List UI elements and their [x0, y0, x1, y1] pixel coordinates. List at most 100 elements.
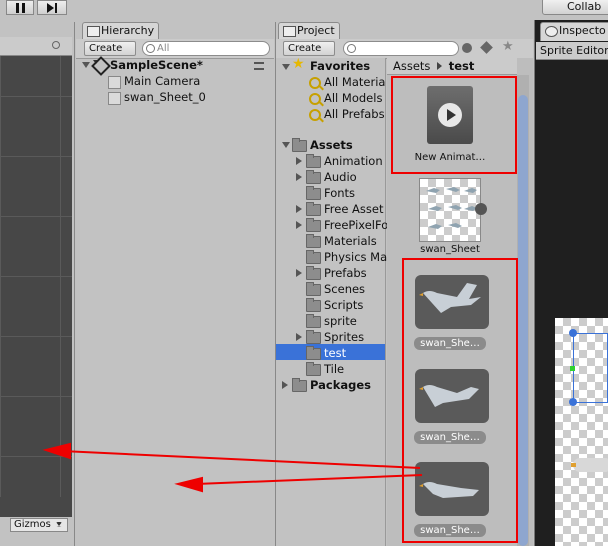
chevron-right-icon[interactable]: [282, 381, 288, 389]
folder-icon: [283, 26, 296, 37]
folder-item[interactable]: Scripts: [324, 297, 363, 313]
asset-label[interactable]: swan_Sheet: [407, 244, 493, 255]
favorite-item[interactable]: All Models: [324, 90, 382, 106]
gameobject-icon: [108, 92, 121, 105]
folder-item[interactable]: Materials: [324, 233, 377, 249]
chevron-down-icon[interactable]: [82, 62, 90, 68]
chevron-right-icon[interactable]: [296, 333, 302, 341]
folder-icon: [306, 266, 321, 280]
scene-name[interactable]: SampleScene*: [110, 57, 203, 73]
handle-icon[interactable]: [569, 398, 577, 406]
handle-icon[interactable]: [569, 329, 577, 337]
folder-item[interactable]: Audio: [324, 169, 357, 185]
sprite-editor-button[interactable]: Sprite Editor: [536, 42, 608, 60]
folder-icon: [306, 346, 321, 360]
breadcrumb-item[interactable]: Assets: [393, 59, 430, 73]
filter-by-type-icon[interactable]: [462, 43, 472, 53]
step-icon: [47, 3, 54, 13]
expand-arrow-icon[interactable]: [475, 203, 487, 215]
folder-icon: [306, 186, 321, 200]
scene-toolbar: [0, 37, 72, 56]
hierarchy-item[interactable]: Main Camera: [124, 73, 200, 89]
folder-item[interactable]: Physics Ma: [324, 249, 387, 265]
star-icon: ★: [292, 56, 305, 72]
project-folder-tree: ★ Favorites All Materia All Models All P…: [276, 56, 388, 546]
chevron-right-icon[interactable]: [296, 221, 302, 229]
info-icon: [545, 26, 558, 37]
filter-by-label-icon[interactable]: [480, 41, 493, 54]
pause-button[interactable]: [6, 0, 34, 15]
folder-item[interactable]: Scenes: [324, 281, 365, 297]
folder-icon: [306, 298, 321, 312]
scrollbar-thumb[interactable]: [518, 95, 528, 546]
hierarchy-icon: [87, 26, 100, 37]
gizmos-button[interactable]: Gizmos: [10, 518, 68, 532]
folder-item[interactable]: Tile: [324, 361, 344, 377]
sprite-sheet-thumbnail[interactable]: [419, 178, 481, 242]
folder-item[interactable]: sprite: [324, 313, 357, 329]
folder-icon: [306, 362, 321, 376]
hierarchy-create-button[interactable]: Create: [84, 41, 136, 64]
project-toolbar: Create ★: [276, 39, 533, 64]
top-toolbar: Collab: [0, 0, 608, 20]
chevron-right-icon[interactable]: [296, 173, 302, 181]
scene-view[interactable]: [0, 37, 72, 497]
scene-menu-icon[interactable]: [254, 62, 264, 70]
assets-label[interactable]: Assets: [310, 137, 353, 153]
folder-item[interactable]: Animation: [324, 153, 383, 169]
chevron-right-icon[interactable]: [296, 205, 302, 213]
folder-icon: [306, 202, 321, 216]
search-filter-icon: [309, 109, 321, 121]
annotation-box-animator: [391, 76, 517, 174]
pause-icon: [16, 3, 19, 13]
scrollbar[interactable]: [517, 75, 529, 546]
favorite-item[interactable]: All Materia: [324, 74, 385, 90]
sprite-editor-canvas[interactable]: [555, 318, 608, 546]
folder-item[interactable]: Free Asset: [324, 201, 384, 217]
project-search-input[interactable]: [343, 41, 459, 56]
chevron-right-icon: [437, 62, 443, 70]
step-button[interactable]: [37, 0, 67, 15]
gameobject-icon: [108, 76, 121, 89]
folder-icon: [306, 154, 321, 168]
collab-label: Collab: [567, 0, 602, 13]
gizmos-label: Gizmos: [14, 519, 51, 530]
chevron-down-icon[interactable]: [282, 142, 290, 148]
tab-inspector[interactable]: Inspecto: [540, 22, 608, 41]
collab-button[interactable]: Collab: [542, 0, 608, 15]
search-icon: [347, 44, 356, 53]
folder-item-selected[interactable]: test: [324, 345, 346, 361]
packages-label[interactable]: Packages: [310, 377, 371, 393]
folder-item[interactable]: Sprites: [324, 329, 364, 345]
folder-icon: [306, 218, 321, 232]
folder-icon: [306, 234, 321, 248]
folder-icon: [306, 282, 321, 296]
breadcrumb: Assets test: [387, 58, 517, 75]
folder-icon: [292, 378, 307, 392]
breadcrumb-item[interactable]: test: [449, 59, 475, 73]
favorite-star-icon[interactable]: ★: [502, 39, 514, 54]
sprite-selection-rect[interactable]: [573, 333, 608, 403]
project-create-button[interactable]: Create: [283, 41, 335, 64]
chevron-right-icon[interactable]: [296, 157, 302, 165]
folder-icon: [306, 314, 321, 328]
hierarchy-search-input[interactable]: All: [142, 41, 270, 56]
folder-item[interactable]: Prefabs: [324, 265, 367, 281]
folder-icon: [292, 138, 307, 152]
chevron-right-icon[interactable]: [296, 269, 302, 277]
favorites-label[interactable]: Favorites: [310, 58, 370, 74]
swan-sprite: [573, 458, 608, 472]
search-icon[interactable]: [52, 41, 60, 49]
swan-sprites-image: [426, 187, 477, 229]
folder-item[interactable]: Fonts: [324, 185, 355, 201]
search-icon: [146, 44, 155, 53]
folder-item[interactable]: FreePixelFo: [324, 217, 388, 233]
hierarchy-toolbar: Create All: [76, 39, 274, 64]
folder-icon: [306, 330, 321, 344]
scene-bottom-bar: Gizmos: [0, 497, 72, 546]
pivot-icon[interactable]: [570, 366, 575, 371]
folder-icon: [306, 170, 321, 184]
hierarchy-item[interactable]: swan_Sheet_0: [124, 89, 206, 105]
favorite-item[interactable]: All Prefabs: [324, 106, 385, 122]
chevron-down-icon[interactable]: [282, 64, 290, 70]
